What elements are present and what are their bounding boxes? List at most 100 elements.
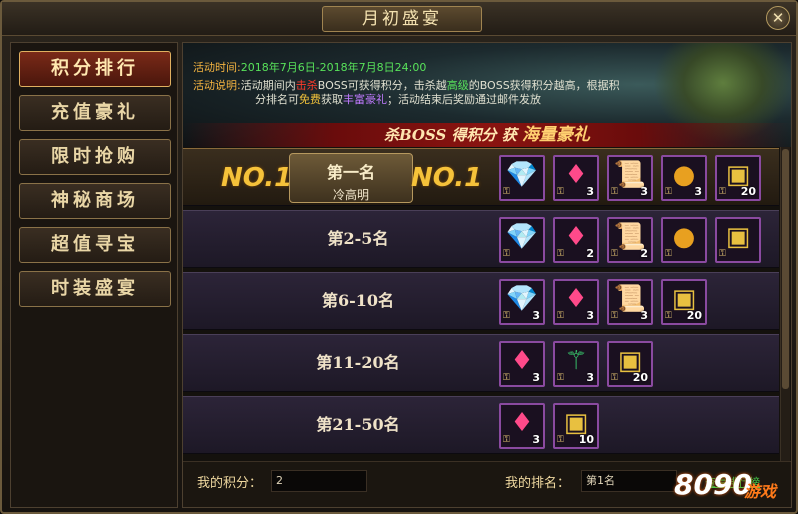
item-count: 3: [640, 309, 648, 322]
reward-item[interactable]: ▣ ⚿ 20: [661, 279, 707, 325]
bound-lock-icon: ⚿: [665, 187, 672, 197]
bound-lock-icon: ⚿: [557, 373, 564, 383]
reward-item[interactable]: 📜 ⚿ 3: [607, 279, 653, 325]
rank-row-11-20: 第11-20名 ♦ ⚿ 3 ⚚ ⚿ 3 ▣ ⚿ 20: [183, 334, 779, 392]
sidebar: 积分排行 充值豪礼 限时抢购 神秘商场 超值寻宝 时装盛宴: [10, 42, 178, 508]
reward-item[interactable]: ▣ ⚿ 10: [553, 403, 599, 449]
desc-text: ；活动结束后奖励通过邮件发放: [387, 93, 541, 106]
rank-row-first: NO.1 第一名 冷高明 NO.1 💎 ⚿ ♦ ⚿ 3 📜 ⚿ 3 ● ⚿ 3 ▣ ⚿ 20: [183, 148, 779, 206]
desc-text: 活动期间内: [240, 79, 296, 92]
first-place-plate: 第一名 冷高明: [289, 153, 413, 203]
reward-item[interactable]: ▣ ⚿ 20: [607, 341, 653, 387]
watermark-text: 游戏: [744, 482, 777, 501]
item-count: 3: [532, 309, 540, 322]
rank-label: 第11-20名: [316, 353, 400, 372]
sidebar-item-recharge-gifts[interactable]: 充值豪礼: [19, 95, 171, 131]
main-panel: 活动时间:2018年7月6日-2018年7月8日24:00 活动说明:活动期间内…: [182, 42, 792, 508]
desc-rich: 丰富豪礼: [343, 93, 387, 106]
item-count: 20: [740, 185, 756, 198]
item-count: 3: [532, 371, 540, 384]
reward-item[interactable]: ♦ ⚿ 3: [553, 279, 599, 325]
item-count: 3: [586, 185, 594, 198]
reward-item[interactable]: ● ⚿ 3: [661, 155, 707, 201]
reward-item[interactable]: 📜 ⚿ 3: [607, 155, 653, 201]
first-place-player: 冷高明: [332, 188, 369, 202]
bound-lock-icon: ⚿: [611, 373, 618, 383]
bound-lock-icon: ⚿: [719, 249, 726, 259]
my-score-value: 2: [271, 470, 367, 492]
reward-item[interactable]: 📜 ⚿ 2: [607, 217, 653, 263]
bound-lock-icon: ⚿: [557, 311, 564, 321]
item-count: 20: [686, 309, 702, 322]
bound-lock-icon: ⚿: [503, 311, 510, 321]
bound-lock-icon: ⚿: [719, 187, 726, 197]
scrollbar[interactable]: [780, 147, 790, 473]
title-bar: 月初盛宴 ✕: [2, 2, 796, 36]
rank-label: 第6-10名: [321, 291, 395, 310]
bound-lock-icon: ⚿: [611, 311, 618, 321]
rank-row-2-5: 第2-5名 💎 ⚿ ♦ ⚿ 2 📜 ⚿ 2 ● ⚿ ▣ ⚿: [183, 210, 779, 268]
my-rank-value: 第1名: [581, 470, 677, 492]
bound-lock-icon: ⚿: [503, 249, 510, 259]
desc-text: 获取: [321, 93, 343, 106]
desc-label: 活动说明:: [193, 79, 241, 92]
bound-lock-icon: ⚿: [503, 435, 510, 445]
scroll-thumb[interactable]: [782, 149, 789, 389]
bound-lock-icon: ⚿: [503, 373, 510, 383]
item-count: 2: [586, 247, 594, 260]
item-count: 3: [694, 185, 702, 198]
time-value: 2018年7月6日-2018年7月8日24:00: [240, 61, 427, 74]
close-icon[interactable]: ✕: [766, 6, 790, 30]
sidebar-item-treasure-hunt[interactable]: 超值寻宝: [19, 227, 171, 263]
item-count: 3: [640, 185, 648, 198]
watermark-number: 8090: [674, 468, 752, 501]
rank-label: 第2-5名: [327, 229, 389, 248]
reward-item[interactable]: ♦ ⚿ 3: [553, 155, 599, 201]
window-title: 月初盛宴: [322, 6, 482, 32]
reward-item[interactable]: ⚚ ⚿ 3: [553, 341, 599, 387]
bound-lock-icon: ⚿: [665, 311, 672, 321]
reward-item[interactable]: ♦ ⚿ 2: [553, 217, 599, 263]
desc-text: 的BOSS获得积分越高，根据积: [468, 79, 620, 92]
slogan-bar: 杀BOSS 得积分 获 海量豪礼: [183, 123, 791, 147]
rank-row-6-10: 第6-10名 💎 ⚿ 3 ♦ ⚿ 3 📜 ⚿ 3 ▣ ⚿ 20: [183, 272, 779, 330]
rank-label: 第一名: [326, 163, 375, 182]
reward-item[interactable]: 💎 ⚿: [499, 155, 545, 201]
item-count: 20: [632, 371, 648, 384]
bound-lock-icon: ⚿: [665, 249, 672, 259]
my-score-label: 我的积分：: [197, 476, 263, 491]
reward-item[interactable]: ▣ ⚿: [715, 217, 761, 263]
desc-free: 免费: [299, 93, 321, 106]
event-description: 活动说明:活动期间内击杀BOSS可获得积分，击杀越高级的BOSS获得积分越高，根…: [193, 79, 663, 93]
event-window: 月初盛宴 ✕ 积分排行 充值豪礼 限时抢购 神秘商场 超值寻宝 时装盛宴 活动时…: [0, 0, 798, 514]
item-count: 3: [586, 371, 594, 384]
bound-lock-icon: ⚿: [611, 187, 618, 197]
no1-badge-right: NO.1: [411, 163, 483, 193]
item-count: 10: [578, 433, 594, 446]
item-count: 3: [586, 309, 594, 322]
event-banner: 活动时间:2018年7月6日-2018年7月8日24:00 活动说明:活动期间内…: [183, 43, 791, 147]
reward-item[interactable]: 💎 ⚿: [499, 217, 545, 263]
item-count: 2: [640, 247, 648, 260]
reward-item[interactable]: ♦ ⚿ 3: [499, 403, 545, 449]
sidebar-item-fashion-feast[interactable]: 时装盛宴: [19, 271, 171, 307]
bound-lock-icon: ⚿: [557, 249, 564, 259]
reward-item[interactable]: ♦ ⚿ 3: [499, 341, 545, 387]
reward-item[interactable]: ● ⚿: [661, 217, 707, 263]
desc-kill: 击杀: [295, 79, 318, 92]
slogan-small: 杀BOSS 得积分 获: [383, 126, 517, 144]
bound-lock-icon: ⚿: [557, 187, 564, 197]
bound-lock-icon: ⚿: [503, 187, 510, 197]
sidebar-item-points-ranking[interactable]: 积分排行: [19, 51, 171, 87]
site-watermark-logo: 8090 游戏: [674, 468, 794, 512]
no1-badge-left: NO.1: [221, 163, 293, 193]
rank-label: 第21-50名: [316, 415, 400, 434]
sidebar-item-flash-sale[interactable]: 限时抢购: [19, 139, 171, 175]
event-time: 活动时间:2018年7月6日-2018年7月8日24:00: [193, 61, 426, 75]
item-count: 3: [532, 433, 540, 446]
desc-text: BOSS可获得积分，击杀越: [317, 79, 447, 92]
reward-item[interactable]: ▣ ⚿ 20: [715, 155, 761, 201]
sidebar-item-mystery-shop[interactable]: 神秘商场: [19, 183, 171, 219]
bound-lock-icon: ⚿: [557, 435, 564, 445]
reward-item[interactable]: 💎 ⚿ 3: [499, 279, 545, 325]
